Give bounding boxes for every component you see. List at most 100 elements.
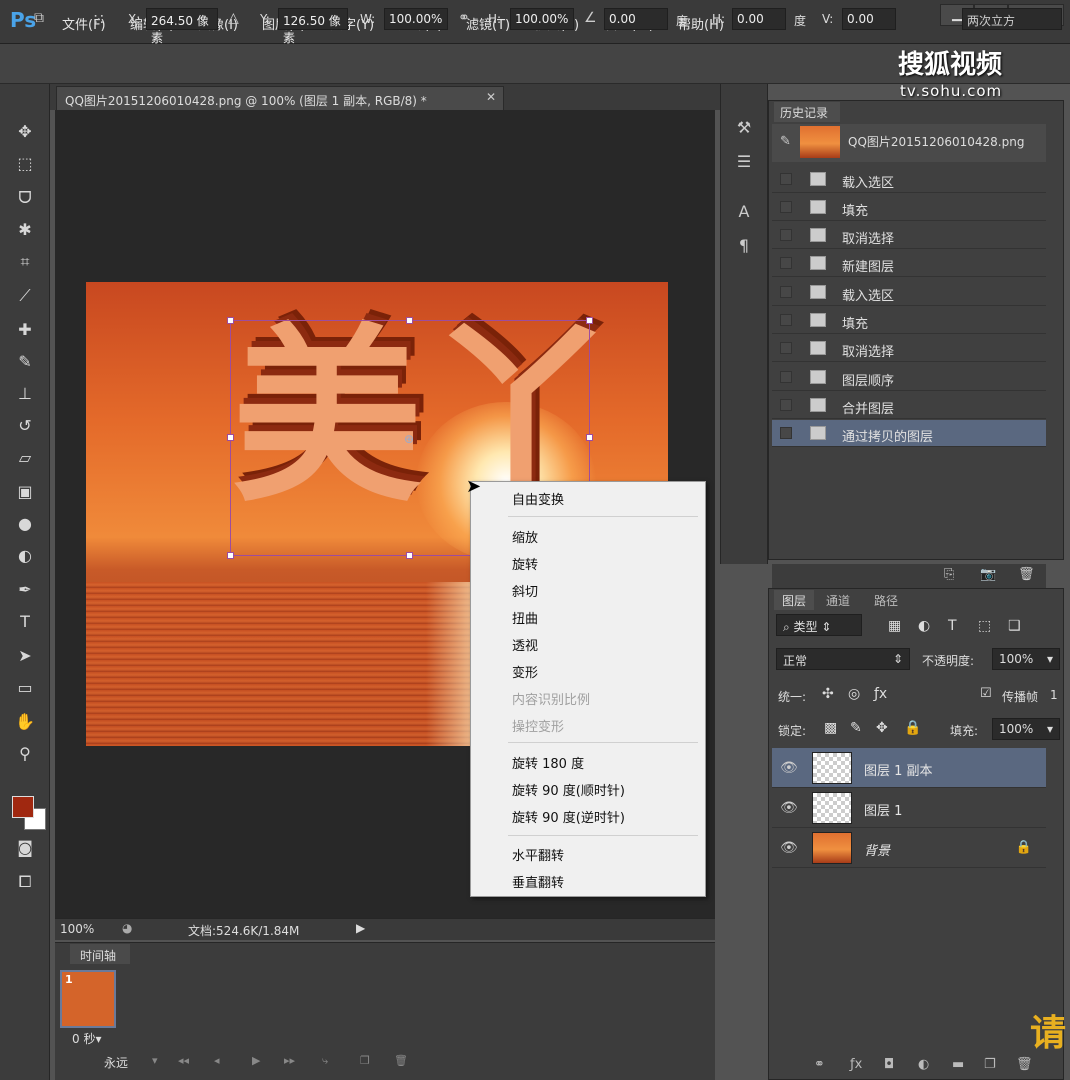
- lock-pixels-icon[interactable]: ✎: [850, 720, 862, 736]
- healing-brush-icon[interactable]: ✚: [13, 318, 37, 342]
- blend-mode-select[interactable]: 正常 ⇕: [776, 648, 910, 670]
- history-item[interactable]: 新建图层: [772, 250, 1046, 277]
- lock-position-icon[interactable]: ✥: [876, 720, 888, 736]
- delete-frame-icon[interactable]: 🗑: [394, 1054, 408, 1067]
- hskew-field[interactable]: 0.00: [732, 8, 786, 30]
- frame-delay-select[interactable]: 0 秒▾: [72, 1030, 101, 1047]
- angle-field[interactable]: 0.00: [604, 8, 668, 30]
- play-icon[interactable]: ▶: [252, 1054, 260, 1067]
- history-tab[interactable]: 历史记录: [774, 102, 840, 122]
- transform-handle-bl[interactable]: [227, 552, 234, 559]
- shape-tool-icon[interactable]: ▭: [13, 676, 37, 700]
- pivot-point-icon[interactable]: ⊕: [404, 432, 414, 446]
- layer-style-icon[interactable]: ƒx: [850, 1057, 862, 1072]
- unify-style-icon[interactable]: ƒx: [874, 686, 887, 702]
- tab-layers[interactable]: 图层: [774, 590, 815, 610]
- layer-row-background[interactable]: 👁 背景 🔒: [772, 828, 1046, 868]
- ctx-free-transform[interactable]: 自由变换: [512, 489, 564, 508]
- transform-handle-l[interactable]: [227, 434, 234, 441]
- filter-adjustment-icon[interactable]: ◐: [918, 618, 930, 634]
- tween-icon[interactable]: ⤷: [322, 1054, 328, 1068]
- history-item[interactable]: 填充: [772, 194, 1046, 221]
- prev-frame-icon[interactable]: ◂: [214, 1054, 220, 1067]
- history-brush-source-icon[interactable]: ✎: [780, 134, 791, 149]
- unify-position-icon[interactable]: ✣: [822, 686, 834, 702]
- transform-handle-b[interactable]: [406, 552, 413, 559]
- character-panel-icon[interactable]: A: [732, 202, 756, 226]
- lock-transparent-icon[interactable]: ▩: [824, 720, 837, 736]
- history-item[interactable]: 取消选择: [772, 222, 1046, 249]
- magic-wand-icon[interactable]: ✱: [13, 218, 37, 242]
- ctx-flip-horizontal[interactable]: 水平翻转: [512, 845, 564, 864]
- ctx-flip-vertical[interactable]: 垂直翻转: [512, 872, 564, 891]
- stamp-tool-icon[interactable]: ⊥: [13, 382, 37, 406]
- animation-frame[interactable]: 1: [60, 970, 116, 1028]
- duplicate-frame-icon[interactable]: ❐: [360, 1054, 370, 1067]
- visibility-eye-icon[interactable]: 👁: [780, 800, 798, 816]
- blur-tool-icon[interactable]: ●: [13, 512, 37, 536]
- screen-mode-icon[interactable]: ⧠: [13, 870, 37, 894]
- height-field[interactable]: 100.00%: [510, 8, 574, 30]
- transform-handle-r[interactable]: [586, 434, 593, 441]
- paragraph-panel-icon[interactable]: ¶: [732, 236, 756, 260]
- x-field[interactable]: 264.50 像素: [146, 8, 218, 45]
- vskew-field[interactable]: 0.00: [842, 8, 896, 30]
- ctx-rotate-180[interactable]: 旋转 180 度: [512, 753, 584, 772]
- tab-channels[interactable]: 通道: [818, 590, 858, 610]
- reference-point-icon[interactable]: ⁙: [92, 10, 105, 29]
- new-document-from-state-icon[interactable]: ⎘: [944, 567, 954, 582]
- gradient-tool-icon[interactable]: ▣: [13, 480, 37, 504]
- propagate-frame-checkbox[interactable]: ☑: [980, 686, 992, 701]
- loop-select[interactable]: 永远: [104, 1054, 128, 1071]
- brush-tool-icon[interactable]: ✎: [13, 350, 37, 374]
- y-field[interactable]: 126.50 像素: [278, 8, 348, 45]
- layer-row-layer1[interactable]: 👁 图层 1: [772, 788, 1046, 828]
- zoom-level[interactable]: 100%: [60, 922, 94, 936]
- history-item[interactable]: 合并图层: [772, 392, 1046, 419]
- type-tool-icon[interactable]: T: [13, 610, 37, 634]
- new-snapshot-icon[interactable]: 📷: [980, 567, 996, 582]
- dodge-tool-icon[interactable]: ◐: [13, 544, 37, 568]
- new-layer-icon[interactable]: ❐: [984, 1057, 996, 1072]
- move-tool-icon[interactable]: ✥: [13, 120, 37, 144]
- next-frame-icon[interactable]: ▸▸: [284, 1054, 295, 1067]
- eyedropper-icon[interactable]: ⟋: [13, 284, 37, 308]
- delete-layer-icon[interactable]: 🗑: [1016, 1057, 1033, 1072]
- ctx-skew[interactable]: 斜切: [512, 581, 538, 600]
- lock-all-icon[interactable]: 🔒: [904, 720, 921, 736]
- lasso-tool-icon[interactable]: ᗜ: [13, 186, 37, 210]
- close-tab-icon[interactable]: ✕: [486, 90, 496, 104]
- filter-shape-icon[interactable]: ⬚: [978, 618, 991, 634]
- transform-handle-tr[interactable]: [586, 317, 593, 324]
- ctx-rotate-90-ccw[interactable]: 旋转 90 度(逆时针): [512, 807, 625, 826]
- tool-presets-icon[interactable]: ⚒: [732, 118, 756, 142]
- eraser-tool-icon[interactable]: ▱: [13, 446, 37, 470]
- quick-mask-icon[interactable]: ◙: [13, 836, 37, 860]
- fill-field[interactable]: 100% ▾: [992, 718, 1060, 740]
- filter-type-icon[interactable]: T: [948, 618, 957, 634]
- link-icon[interactable]: ⚭: [458, 10, 470, 26]
- interpolation-select[interactable]: 两次立方: [962, 8, 1062, 30]
- filter-smart-object-icon[interactable]: ❑: [1008, 618, 1021, 634]
- width-field[interactable]: 100.00%: [384, 8, 448, 30]
- delete-state-icon[interactable]: 🗑: [1018, 567, 1035, 582]
- pen-tool-icon[interactable]: ✒: [13, 578, 37, 602]
- ctx-distort[interactable]: 扭曲: [512, 608, 538, 627]
- crop-tool-icon[interactable]: ⌗: [13, 250, 37, 274]
- adjustment-layer-icon[interactable]: ◐: [918, 1057, 929, 1072]
- first-frame-icon[interactable]: ◂◂: [178, 1054, 189, 1067]
- transform-tool-icon[interactable]: ⧉: [34, 10, 44, 26]
- visibility-eye-icon[interactable]: 👁: [780, 840, 798, 856]
- link-layers-icon[interactable]: ⚭: [814, 1057, 825, 1072]
- ctx-perspective[interactable]: 透视: [512, 635, 538, 654]
- history-item[interactable]: 填充: [772, 307, 1046, 334]
- marquee-tool-icon[interactable]: ⬚: [13, 152, 37, 176]
- layer-filter-select[interactable]: ⌕ 类型 ⇕: [776, 614, 862, 636]
- hand-tool-icon[interactable]: ✋: [13, 710, 37, 734]
- path-selection-icon[interactable]: ➤: [13, 644, 37, 668]
- unify-visibility-icon[interactable]: ◎: [848, 686, 860, 702]
- timeline-tab[interactable]: 时间轴: [70, 944, 130, 964]
- transform-handle-t[interactable]: [406, 317, 413, 324]
- history-item[interactable]: 载入选区: [772, 166, 1046, 193]
- ctx-scale[interactable]: 缩放: [512, 527, 538, 546]
